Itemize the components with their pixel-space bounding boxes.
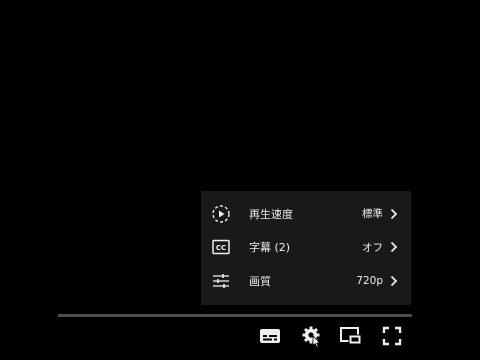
settings-menu: 再生速度 標準 CC 字幕 (2) オフ 画質 720p <box>201 191 411 305</box>
subtitles-cc-icon: CC <box>211 237 231 257</box>
control-bar <box>58 318 422 356</box>
playback-speed-icon <box>211 204 231 224</box>
fullscreen-button[interactable] <box>376 322 408 354</box>
menu-item-playback-speed[interactable]: 再生速度 標準 <box>201 197 411 231</box>
menu-item-value: 720p <box>356 274 383 287</box>
fullscreen-icon <box>382 326 402 350</box>
video-player: 再生速度 標準 CC 字幕 (2) オフ 画質 720p <box>0 0 480 360</box>
miniplayer-icon <box>339 326 363 350</box>
chevron-right-icon <box>389 241 399 253</box>
video-area[interactable] <box>0 0 480 360</box>
menu-item-label: 字幕 (2) <box>249 241 291 255</box>
sliders-icon <box>211 271 231 291</box>
menu-item-subtitles[interactable]: CC 字幕 (2) オフ <box>201 231 411 265</box>
menu-item-value: オフ <box>362 241 383 254</box>
miniplayer-button[interactable] <box>335 322 367 354</box>
progress-bar[interactable] <box>58 314 412 317</box>
settings-button[interactable] <box>296 322 328 354</box>
subtitles-icon <box>259 327 281 349</box>
svg-text:CC: CC <box>216 244 226 252</box>
menu-item-label: 画質 <box>249 274 271 288</box>
chevron-right-icon <box>389 208 399 220</box>
menu-item-quality[interactable]: 画質 720p <box>201 264 411 298</box>
settings-gear-icon <box>300 324 324 352</box>
chevron-right-icon <box>389 275 399 287</box>
menu-item-value: 標準 <box>362 208 383 221</box>
menu-item-label: 再生速度 <box>249 207 293 221</box>
subtitles-button[interactable] <box>254 322 286 354</box>
